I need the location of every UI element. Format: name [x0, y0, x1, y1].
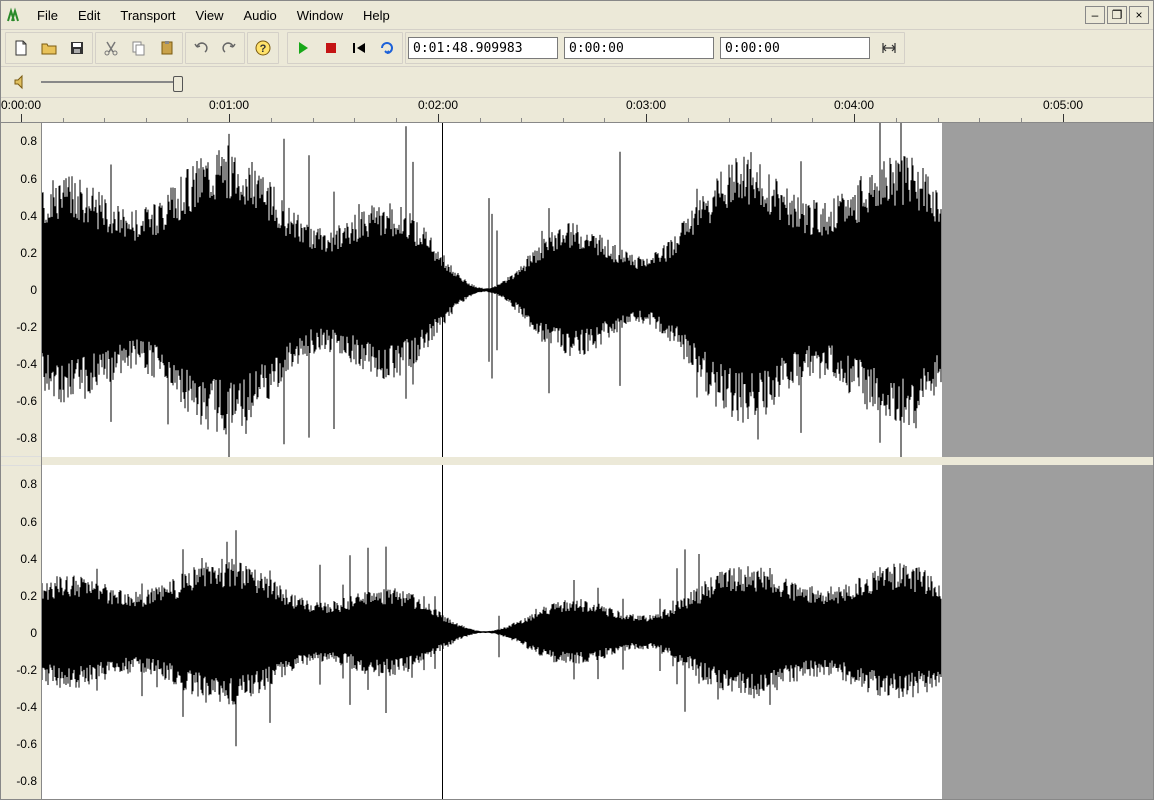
svg-text:?: ? — [260, 43, 267, 55]
app-logo-icon — [5, 6, 23, 24]
amplitude-label: 0 — [30, 283, 37, 297]
volume-slider[interactable] — [41, 78, 181, 86]
toolbar-group-file — [5, 32, 93, 64]
amplitude-label: -0.4 — [16, 357, 37, 371]
playback-cursor — [442, 123, 443, 457]
amplitude-label: 0.6 — [20, 515, 37, 529]
ruler-label: 0:05:00 — [1043, 98, 1083, 112]
ruler-label: 0:03:00 — [626, 98, 666, 112]
ruler-label: 0:04:00 — [834, 98, 874, 112]
waveform-channel-left[interactable] — [42, 123, 1153, 457]
amplitude-scale-column: 0.80.60.40.20-0.2-0.4-0.6-0.8 0.80.60.40… — [1, 123, 42, 799]
paste-button[interactable] — [154, 35, 180, 61]
play-button[interactable] — [290, 35, 316, 61]
speaker-icon[interactable] — [9, 71, 33, 93]
menu-help[interactable]: Help — [353, 6, 400, 25]
amplitude-label: -0.6 — [16, 394, 37, 408]
ruler-label: 0:02:00 — [418, 98, 458, 112]
amplitude-scale-right: 0.8 0.6 0.4 0.2 0 -0.2 -0.4 -0.6 -0.8 — [1, 466, 41, 799]
amplitude-label: -0.2 — [16, 320, 37, 334]
amplitude-label: 0.6 — [20, 172, 37, 186]
waveform-svg — [42, 123, 942, 457]
amplitude-label: -0.4 — [16, 700, 37, 714]
selection-end-field[interactable] — [720, 37, 870, 59]
waveform-empty-region — [942, 465, 1153, 799]
toolbar-group-help: ? — [247, 32, 279, 64]
cut-button[interactable] — [98, 35, 124, 61]
close-button[interactable]: × — [1129, 6, 1149, 24]
fit-width-button[interactable] — [876, 35, 902, 61]
volume-toolbar — [1, 67, 1153, 98]
open-file-button[interactable] — [36, 35, 62, 61]
selection-start-field[interactable] — [564, 37, 714, 59]
waveform-area: 0.80.60.40.20-0.2-0.4-0.6-0.8 0.80.60.40… — [1, 123, 1153, 799]
undo-button[interactable] — [188, 35, 214, 61]
save-button[interactable] — [64, 35, 90, 61]
help-button[interactable]: ? — [250, 35, 276, 61]
position-time-field[interactable] — [408, 37, 558, 59]
amplitude-scale-left: 0.8 0.6 0.4 0.2 0 -0.2 -0.4 -0.6 -0.8 — [1, 123, 41, 456]
menu-file[interactable]: File — [27, 6, 68, 25]
amplitude-label: 0.2 — [20, 246, 37, 260]
maximize-button[interactable]: ❐ — [1107, 6, 1127, 24]
menu-audio[interactable]: Audio — [233, 6, 286, 25]
waveform-channel-right[interactable] — [42, 465, 1153, 799]
time-ruler[interactable]: 0:00:00 0:01:00 0:02:00 0:03:00 0:04:00 0:05:… — [1, 98, 1153, 123]
amplitude-label: -0.8 — [16, 774, 37, 788]
waveform-tracks[interactable] — [42, 123, 1153, 799]
menu-window[interactable]: Window — [287, 6, 353, 25]
ruler-label: 0:01:00 — [209, 98, 249, 112]
redo-button[interactable] — [216, 35, 242, 61]
new-file-button[interactable] — [8, 35, 34, 61]
amplitude-label: 0.4 — [20, 209, 37, 223]
minimize-button[interactable]: – — [1085, 6, 1105, 24]
menu-bar: FileEditTransportViewAudioWindowHelp – ❐… — [1, 1, 1153, 30]
amplitude-label: 0.8 — [20, 134, 37, 148]
amplitude-label: 0.8 — [20, 477, 37, 491]
toolbar-group-history — [185, 32, 245, 64]
menu-view[interactable]: View — [186, 6, 234, 25]
menu-edit[interactable]: Edit — [68, 6, 110, 25]
rewind-button[interactable] — [346, 35, 372, 61]
main-toolbar: ? — [1, 30, 1153, 67]
menu-transport[interactable]: Transport — [110, 6, 185, 25]
loop-button[interactable] — [374, 35, 400, 61]
playback-cursor — [442, 465, 443, 799]
toolbar-group-transport — [287, 32, 403, 64]
amplitude-label: 0 — [30, 626, 37, 640]
amplitude-label: -0.8 — [16, 431, 37, 445]
toolbar-group-time — [405, 32, 905, 64]
waveform-svg — [42, 465, 942, 799]
window-controls: – ❐ × — [1085, 6, 1149, 24]
ruler-label: 0:00:00 — [1, 98, 41, 112]
copy-button[interactable] — [126, 35, 152, 61]
toolbar-group-edit — [95, 32, 183, 64]
amplitude-label: -0.2 — [16, 663, 37, 677]
waveform-empty-region — [942, 123, 1153, 457]
amplitude-label: 0.2 — [20, 589, 37, 603]
amplitude-label: 0.4 — [20, 552, 37, 566]
stop-button[interactable] — [318, 35, 344, 61]
amplitude-label: -0.6 — [16, 737, 37, 751]
